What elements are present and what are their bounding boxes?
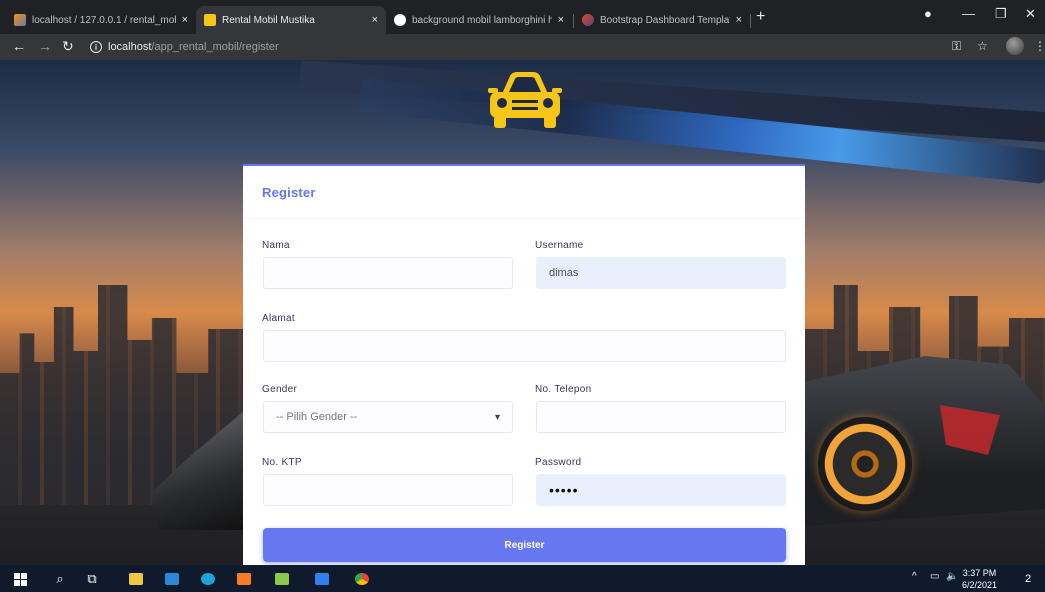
tab-rental-mobil[interactable]: Rental Mobil Mustika × (196, 6, 386, 34)
file-explorer-icon[interactable] (126, 569, 146, 589)
password-label: Password (535, 457, 582, 468)
close-tab-icon[interactable]: × (558, 14, 564, 26)
gender-select[interactable]: -- Pilih Gender -- ▾ (263, 401, 513, 433)
search-icon[interactable]: ⌕ (50, 569, 70, 589)
task-view-icon[interactable]: ⧉ (82, 569, 102, 589)
register-card: Register Nama Username dimas Alamat Gend… (243, 164, 805, 565)
clock-time: 3:37 PM (962, 568, 997, 578)
chevron-down-icon: ▾ (494, 411, 500, 423)
card-title: Register (262, 184, 316, 200)
username-input[interactable]: dimas (536, 257, 786, 289)
profile-avatar[interactable] (1006, 37, 1024, 55)
notification-icon[interactable]: 2 (1018, 569, 1038, 589)
forward-icon[interactable]: → (38, 38, 52, 54)
volume-icon[interactable]: 🔈 (946, 571, 958, 582)
page-background: Register Nama Username dimas Alamat Gend… (0, 60, 1045, 565)
site-info-icon[interactable]: i (90, 41, 102, 53)
background-wheel (818, 417, 912, 511)
password-mask: ••••• (549, 482, 579, 498)
new-tab-icon[interactable]: + (756, 8, 765, 26)
nama-input[interactable] (263, 257, 513, 289)
card-header: Register (243, 166, 805, 219)
tab-separator (750, 14, 751, 28)
address-bar[interactable]: i localhost/app_rental_mobil/register (86, 37, 941, 57)
phpmyadmin-icon (14, 14, 26, 26)
alamat-label: Alamat (262, 313, 295, 324)
battery-icon[interactable]: ▭ (930, 571, 939, 582)
restore-icon[interactable]: ❐ (995, 6, 1007, 22)
xampp-icon[interactable] (234, 569, 254, 589)
google-icon (394, 14, 406, 26)
car-logo-icon (488, 72, 562, 128)
tray-chevron-icon[interactable]: ^ (912, 571, 917, 582)
gender-label: Gender (262, 384, 298, 395)
telepon-label: No. Telepon (535, 384, 592, 395)
taskbar-clock[interactable]: 3:37 PM 6/2/2021 (962, 567, 997, 591)
notepad-icon[interactable] (272, 569, 292, 589)
minimize-icon[interactable]: — (962, 6, 975, 21)
close-tab-icon[interactable]: × (182, 14, 188, 26)
chrome-profile-dot-icon[interactable]: ● (924, 6, 932, 21)
edge-icon[interactable] (198, 569, 218, 589)
ktp-input[interactable] (263, 474, 513, 506)
tab-google-search[interactable]: background mobil lamborghini h × (386, 6, 572, 34)
windows-taskbar: ⌕ ⧉ ^ ▭ 🔈 3:37 PM 6/2/2021 2 (0, 565, 1045, 592)
close-tab-icon[interactable]: × (372, 14, 378, 26)
browser-toolbar: ← → ↻ i localhost/app_rental_mobil/regis… (0, 34, 1045, 60)
chrome-icon[interactable] (352, 569, 372, 589)
tab-phpmyadmin[interactable]: localhost / 127.0.0.1 / rental_mob × (6, 6, 196, 34)
ktp-label: No. KTP (262, 457, 302, 468)
mail-icon[interactable] (162, 569, 182, 589)
windows-start-icon[interactable] (10, 569, 30, 589)
bootstrap-icon (582, 14, 594, 26)
tab-bootstrap[interactable]: Bootstrap Dashboard Template | × (574, 6, 750, 34)
username-label: Username (535, 240, 584, 251)
reload-icon[interactable]: ↻ (62, 38, 74, 55)
browser-tab-strip: localhost / 127.0.0.1 / rental_mob × Ren… (0, 0, 1045, 34)
password-input[interactable]: ••••• (536, 474, 786, 506)
gender-selected-value: -- Pilih Gender -- (276, 411, 358, 423)
telepon-input[interactable] (536, 401, 786, 433)
menu-kebab-icon[interactable]: ⋮ (1034, 39, 1045, 53)
notification-count: 2 (1024, 573, 1032, 585)
star-bookmark-icon[interactable]: ☆ (977, 39, 988, 53)
close-window-icon[interactable]: ✕ (1025, 6, 1036, 22)
register-button[interactable]: Register (263, 528, 786, 562)
vscode-icon[interactable] (312, 569, 332, 589)
back-icon[interactable]: ← (12, 38, 26, 54)
car-favicon-icon (204, 14, 216, 26)
alamat-input[interactable] (263, 330, 786, 362)
close-tab-icon[interactable]: × (736, 14, 742, 26)
nama-label: Nama (262, 240, 290, 251)
clock-date: 6/2/2021 (962, 580, 998, 590)
key-icon[interactable]: ⚿ (952, 39, 961, 54)
